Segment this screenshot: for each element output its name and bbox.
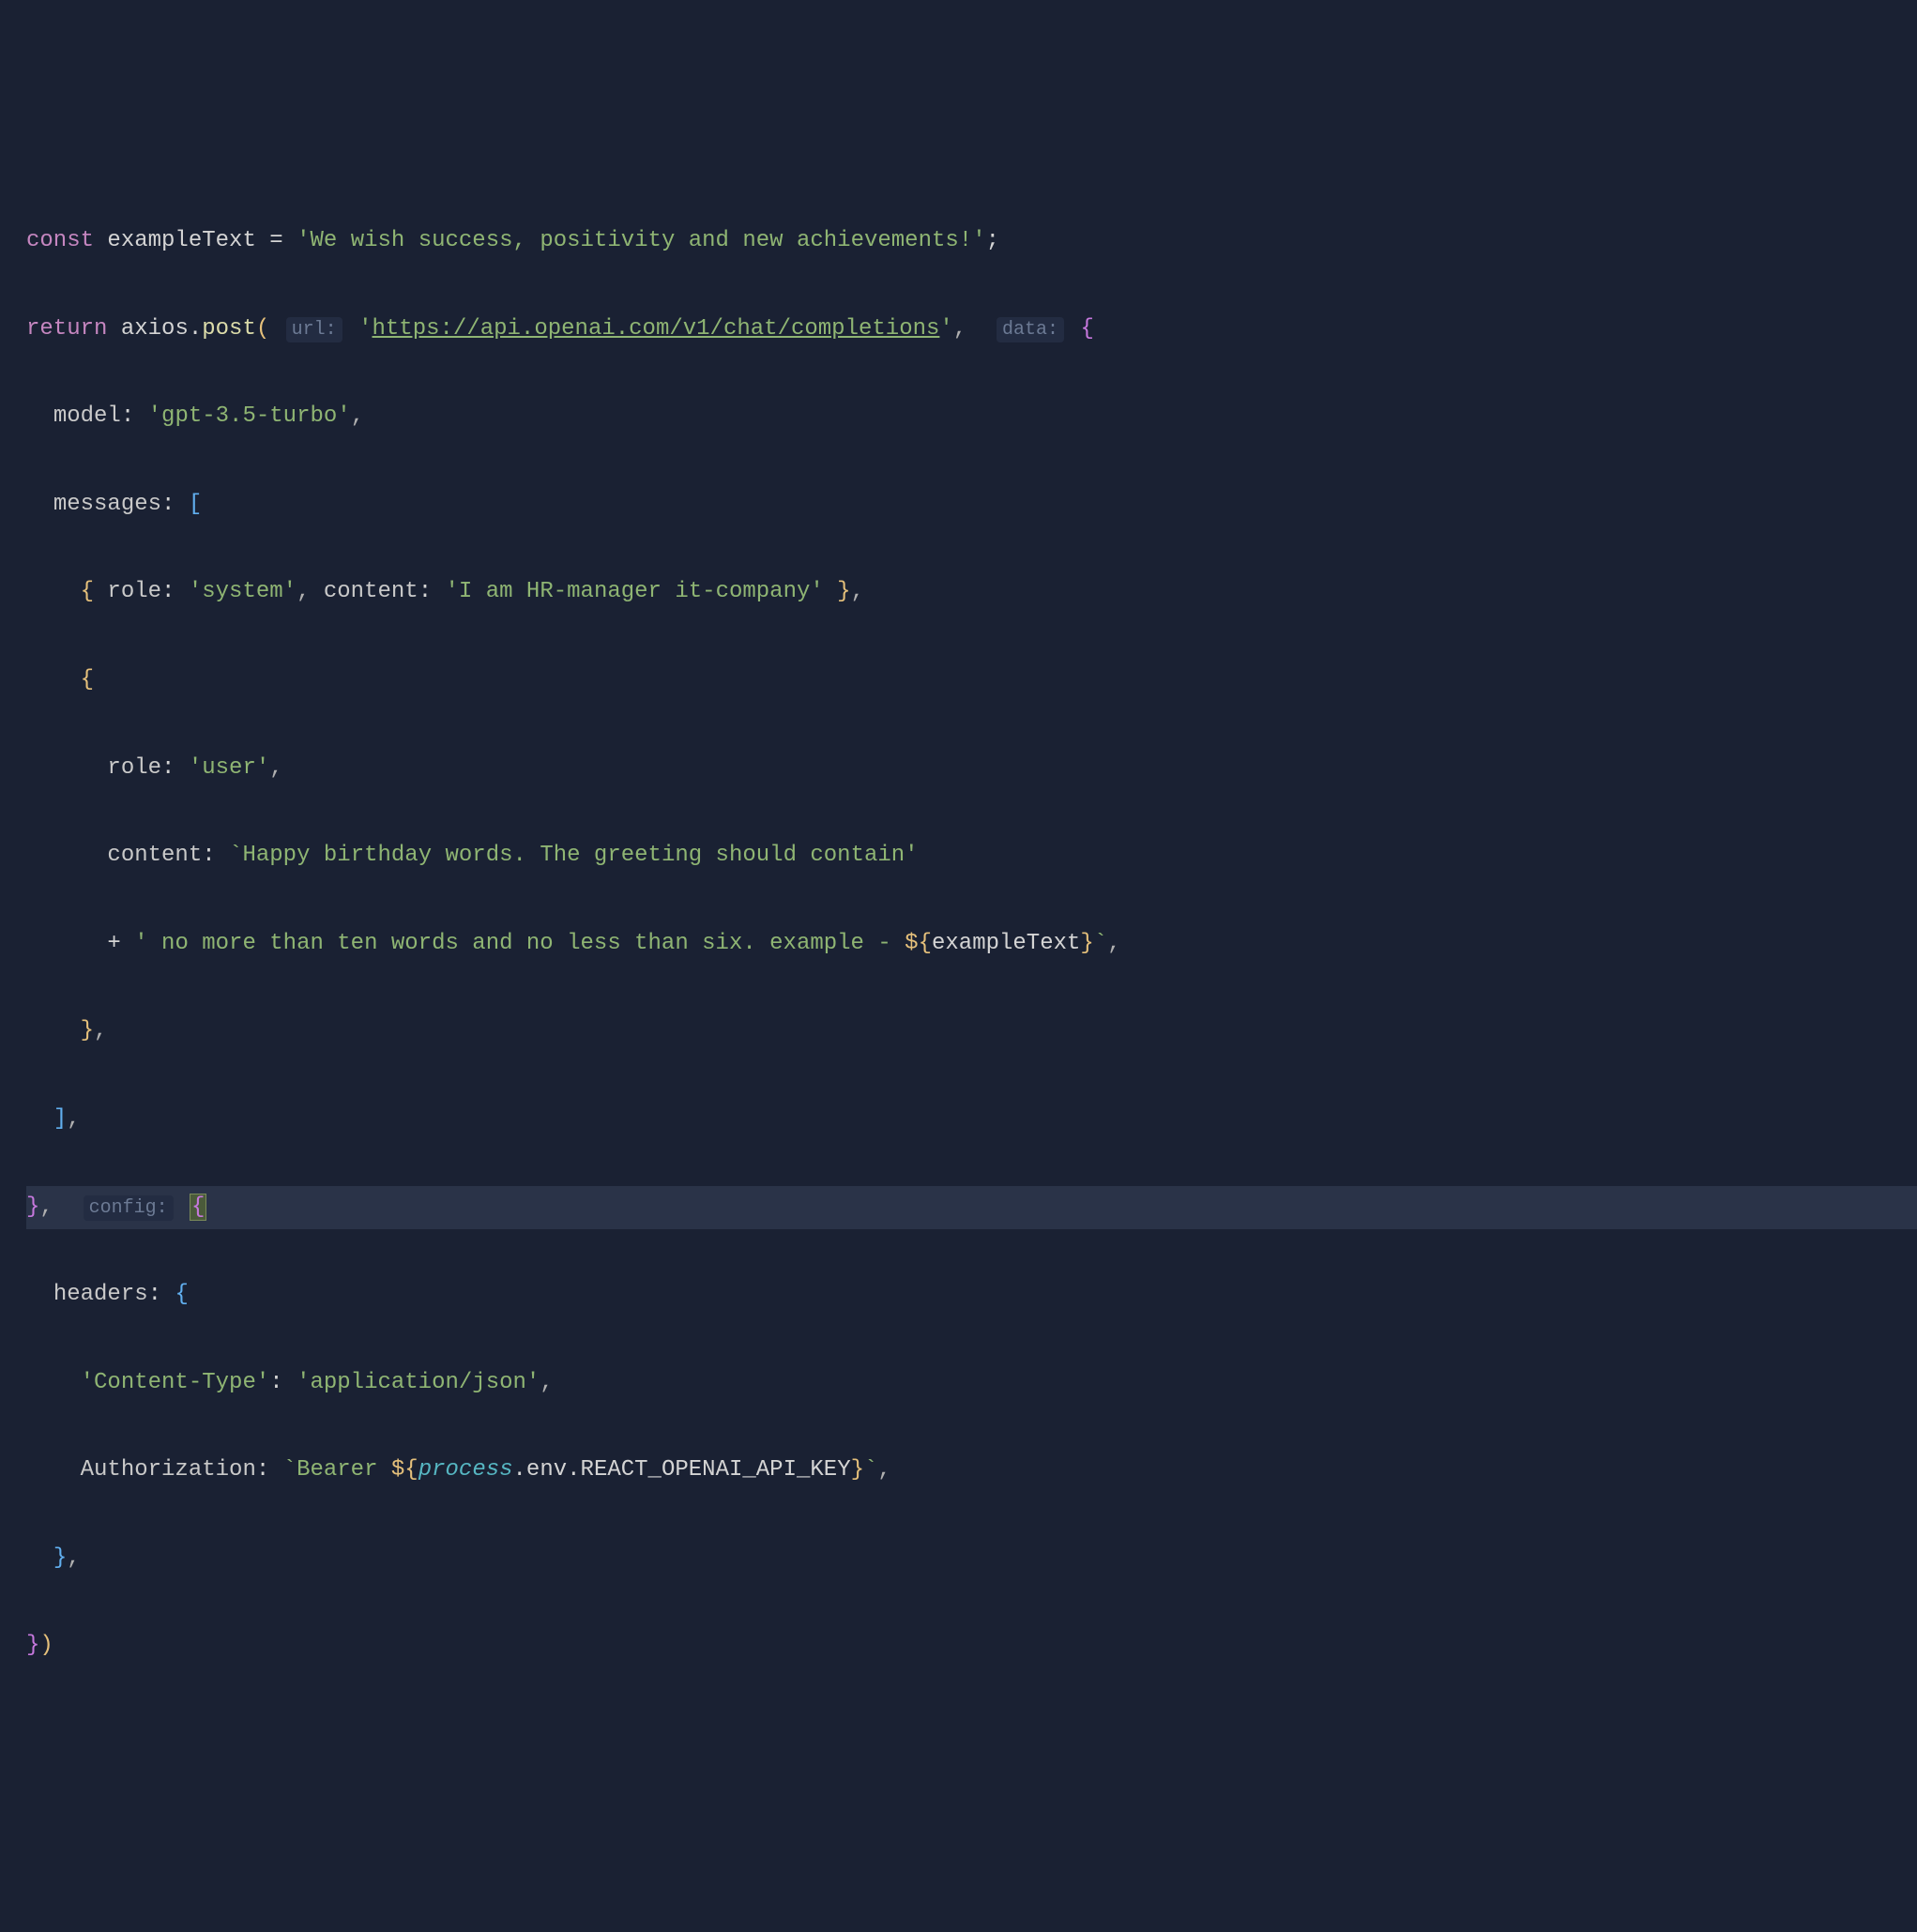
brace-close: } [53,1545,67,1571]
colon: : [202,843,229,868]
code-line: role: 'user', [26,747,1917,791]
code-line: { [26,659,1917,703]
identifier-process: process [418,1457,513,1483]
plus-operator: + [107,931,134,956]
brace-open: { [1080,316,1093,342]
brace-close: } [824,579,851,604]
code-line: }, [26,1010,1917,1054]
template-expr-close: } [851,1457,864,1483]
string-quote: ' [939,316,952,342]
string: 'application/json' [297,1370,540,1395]
property-role: role [107,755,161,781]
comma: , [1107,931,1120,956]
code-line: content: `Happy birthday words. The gree… [26,834,1917,878]
code-line: const exampleText = 'We wish success, po… [26,220,1917,264]
code-line: Authorization: `Bearer ${process.env.REA… [26,1449,1917,1493]
brace-open: { [81,579,108,604]
code-line: model: 'gpt-3.5-turbo', [26,395,1917,439]
colon: : [256,1457,283,1483]
url-link[interactable]: https://api.openai.com/v1/chat/completio… [373,316,940,342]
code-line: ], [26,1098,1917,1142]
brace-close: } [26,1633,39,1658]
code-line: }, [26,1537,1917,1581]
semicolon: ; [986,228,999,253]
comma: , [953,316,966,342]
code-line: messages: [ [26,483,1917,527]
comma: , [540,1370,553,1395]
brace-open: { [175,1282,188,1307]
brace-open-cursor: { [190,1194,206,1221]
code-line: 'Content-Type': 'application/json', [26,1362,1917,1406]
property-messages: messages [53,492,161,517]
comma: , [877,1457,890,1483]
backtick: ` [283,1457,297,1483]
dot: . [189,316,202,342]
code-line: return axios.post( url: 'https://api.ope… [26,308,1917,352]
comma: , [67,1545,80,1571]
colon: : [121,403,148,429]
string: 'We wish success, positivity and new ach… [297,228,986,253]
code-editor[interactable]: const exampleText = 'We wish success, po… [0,175,1917,1712]
code-line: + ' no more than ten words and no less t… [26,922,1917,966]
punctuation: = [256,228,297,253]
identifier: exampleText [932,931,1080,956]
property-authorization: Authorization [81,1457,256,1483]
backtick: ` [1094,931,1107,956]
env-key: REACT_OPENAI_API_KEY [581,1457,851,1483]
keyword-return: return [26,316,107,342]
property-role: role [107,579,161,604]
code-line: }) [26,1624,1917,1668]
backtick: ` [229,843,242,868]
colon: : [418,579,446,604]
comma: , [39,1194,53,1220]
colon: : [161,755,189,781]
brace-close: } [26,1194,39,1220]
backtick: ` [864,1457,877,1483]
parameter-hint-data: data: [997,317,1064,342]
comma: , [851,579,864,604]
string: 'gpt-3.5-turbo' [148,403,351,429]
template-string: Bearer [297,1457,391,1483]
colon: : [269,1370,297,1395]
comma: , [67,1106,80,1132]
property-content: content [107,843,202,868]
comma: , [94,1018,107,1043]
string-quote: ' [358,316,372,342]
comma: , [351,403,364,429]
colon: : [161,492,189,517]
string-key: 'Content-Type' [81,1370,270,1395]
template-string: Happy birthday words. The greeting shoul… [242,843,918,868]
template-expr-open: ${ [391,1457,418,1483]
string: ' no more than ten words and no less tha… [134,931,905,956]
colon: : [161,579,189,604]
identifier-axios: axios [121,316,189,342]
brace-close: } [81,1018,94,1043]
paren-close: ) [39,1633,53,1658]
string: 'system' [189,579,297,604]
parameter-hint-config: config: [84,1195,174,1221]
code-line: headers: { [26,1273,1917,1317]
parameter-hint-url: url: [286,317,342,342]
property-access: .env. [513,1457,581,1483]
property-headers: headers [53,1282,148,1307]
property-model: model [53,403,121,429]
identifier: exampleText [107,228,255,253]
colon: : [148,1282,175,1307]
string: 'I am HR-manager it-company' [446,579,824,604]
comma: , [269,755,282,781]
method-post: post [202,316,256,342]
string: 'user' [189,755,269,781]
code-line-active: }, config: { [26,1186,1917,1230]
paren-open: ( [256,316,269,342]
property-content: content [324,579,418,604]
template-expr-close: } [1080,931,1093,956]
keyword-const: const [26,228,94,253]
bracket-close: ] [53,1106,67,1132]
code-line: { role: 'system', content: 'I am HR-mana… [26,570,1917,615]
comma: , [297,579,324,604]
bracket-open: [ [189,492,202,517]
template-expr-open: ${ [905,931,932,956]
brace-open: { [81,667,94,692]
